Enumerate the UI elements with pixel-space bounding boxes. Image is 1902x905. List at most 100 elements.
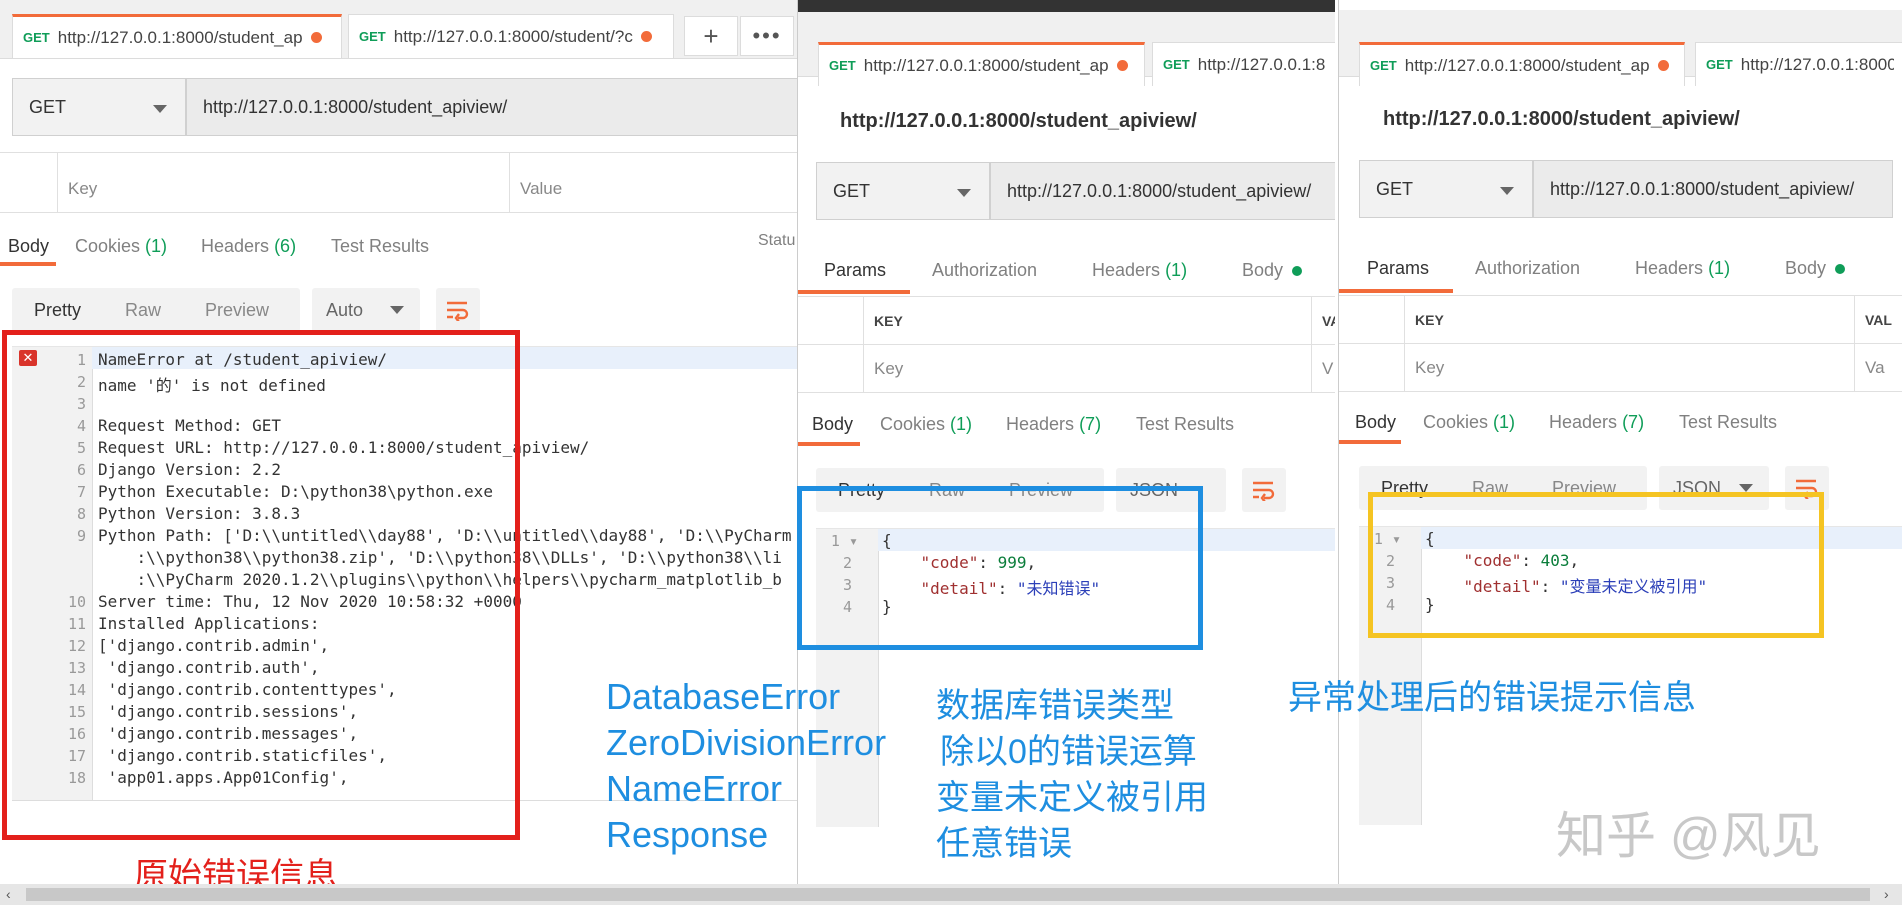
scroll-right-icon[interactable]: › bbox=[1884, 886, 1889, 902]
view-raw[interactable]: Raw bbox=[103, 300, 183, 321]
request-tab[interactable]: GET http://127.0.0.1:8000/ bbox=[1695, 42, 1902, 86]
response-tab-body[interactable]: Body bbox=[812, 414, 853, 435]
tab-label: Test Results bbox=[1679, 412, 1778, 432]
active-tab-underline bbox=[798, 442, 860, 446]
request-tab-body[interactable]: Body bbox=[1785, 258, 1846, 279]
value-placeholder: Value bbox=[520, 178, 563, 198]
response-tab-body[interactable]: Body bbox=[8, 236, 49, 257]
url-bar: GET http://127.0.0.1:8000/student_apivie… bbox=[816, 162, 1335, 220]
wrap-lines-icon[interactable] bbox=[436, 288, 480, 332]
url-input[interactable]: http://127.0.0.1:8000/student_apiview/ bbox=[186, 78, 797, 136]
response-tab-body[interactable]: Body bbox=[1355, 412, 1396, 433]
view-preview[interactable]: Preview bbox=[183, 300, 291, 321]
params-key-input[interactable]: Key bbox=[864, 345, 1312, 393]
more-icon[interactable]: ••• bbox=[740, 16, 794, 56]
tab-method: GET bbox=[359, 29, 386, 44]
tab-count: (1) bbox=[145, 236, 168, 256]
request-name: http://127.0.0.1:8000/student_apiview/ bbox=[840, 110, 1197, 132]
tab-label: Test Results bbox=[331, 236, 430, 256]
request-tab-headers[interactable]: Headers (1) bbox=[1635, 258, 1730, 279]
params-row-check bbox=[798, 297, 864, 345]
key-placeholder: Key bbox=[1415, 357, 1445, 377]
url-bar: GET http://127.0.0.1:8000/student_apivie… bbox=[1359, 160, 1902, 218]
wrap-lines-icon[interactable] bbox=[1242, 468, 1286, 512]
request-tab-body[interactable]: Body bbox=[1242, 260, 1303, 281]
error-description-label: 任意错误 bbox=[936, 825, 1072, 863]
tab-label: Body bbox=[1242, 260, 1284, 280]
tab-label: Test Results bbox=[1136, 414, 1235, 434]
request-tab-authorization[interactable]: Authorization bbox=[932, 260, 1037, 281]
unsaved-dot-icon bbox=[640, 31, 652, 42]
tab-label: Body bbox=[1355, 412, 1397, 432]
url-input[interactable]: http://127.0.0.1:8000/student_apiview/ bbox=[1533, 160, 1893, 218]
request-tab-headers[interactable]: Headers (1) bbox=[1092, 260, 1187, 281]
tab-label: Body bbox=[8, 236, 50, 256]
chevron-down-icon bbox=[1739, 484, 1753, 492]
params-value-input[interactable]: Value bbox=[510, 165, 797, 213]
response-tab-cookies[interactable]: Cookies (1) bbox=[75, 236, 167, 257]
response-tab-headers[interactable]: Headers (6) bbox=[201, 236, 296, 257]
request-tab-params[interactable]: Params bbox=[824, 260, 886, 281]
key-placeholder: Key bbox=[874, 358, 904, 378]
plus-icon[interactable]: + bbox=[684, 16, 738, 56]
header-text: KEY bbox=[1415, 311, 1444, 328]
response-tab-test-results[interactable]: Test Results bbox=[1679, 412, 1777, 433]
method-select[interactable]: GET bbox=[816, 162, 990, 220]
unsaved-dot-icon bbox=[310, 32, 322, 43]
header-text: VA bbox=[1322, 312, 1335, 329]
body-indicator-dot-icon bbox=[1292, 266, 1303, 276]
red-highlight-box bbox=[2, 330, 520, 840]
params-value-input[interactable]: V bbox=[1312, 345, 1335, 393]
tab-label: Params bbox=[1367, 258, 1430, 278]
url-value: http://127.0.0.1:8000/student_apiview/ bbox=[1007, 180, 1312, 201]
response-tab-cookies[interactable]: Cookies (1) bbox=[880, 414, 972, 435]
params-table: KEY VA Key V bbox=[798, 296, 1335, 393]
tab-count: (1) bbox=[1493, 412, 1516, 432]
tab-count: (1) bbox=[1165, 260, 1188, 280]
blue-highlight-box bbox=[797, 486, 1203, 650]
request-tab[interactable]: GET http://127.0.0.1:8000/student_ap bbox=[1359, 42, 1685, 86]
response-tab-headers[interactable]: Headers (7) bbox=[1549, 412, 1644, 433]
params-header-spacer bbox=[510, 153, 797, 165]
request-tab[interactable]: GET http://127.0.0.1:8 bbox=[1152, 42, 1335, 86]
request-tab[interactable]: GET http://127.0.0.1:8000/student_ap bbox=[12, 14, 342, 58]
method-select[interactable]: GET bbox=[1359, 160, 1533, 218]
params-value-input[interactable]: Va bbox=[1855, 344, 1902, 392]
tab-label: Params bbox=[824, 260, 887, 280]
tab-label: Headers bbox=[1006, 414, 1075, 434]
tab-label: Authorization bbox=[1475, 258, 1581, 278]
response-tab-headers[interactable]: Headers (7) bbox=[1006, 414, 1101, 435]
method-select[interactable]: GET bbox=[12, 78, 186, 136]
url-input[interactable]: http://127.0.0.1:8000/student_apiview/ bbox=[990, 162, 1335, 220]
request-tab-authorization[interactable]: Authorization bbox=[1475, 258, 1580, 279]
request-tab-params[interactable]: Params bbox=[1367, 258, 1429, 279]
scroll-left-icon[interactable]: ‹ bbox=[6, 886, 11, 902]
tab-url: http://127.0.0.1:8000/ bbox=[1740, 54, 1894, 74]
params-row-check bbox=[0, 165, 58, 213]
response-tab-test-results[interactable]: Test Results bbox=[331, 236, 429, 257]
active-tab-underline bbox=[798, 290, 910, 294]
view-pretty[interactable]: Pretty bbox=[12, 300, 103, 321]
chevron-down-icon bbox=[390, 306, 404, 314]
horizontal-scrollbar[interactable]: ‹ › bbox=[0, 884, 1902, 905]
tab-url: http://127.0.0.1:8000/student_ap bbox=[57, 27, 303, 47]
params-row-check bbox=[1339, 296, 1405, 344]
request-tab[interactable]: GET http://127.0.0.1:8000/student/?c bbox=[348, 14, 674, 58]
request-tab[interactable]: GET http://127.0.0.1:8000/student_ap bbox=[818, 42, 1145, 86]
params-key-input[interactable]: Key bbox=[1405, 344, 1855, 392]
response-tab-cookies[interactable]: Cookies (1) bbox=[1423, 412, 1515, 433]
tab-url: http://127.0.0.1:8000/student/?c bbox=[393, 26, 633, 46]
params-key-header: KEY bbox=[864, 297, 1312, 345]
error-description-label: 数据库错误类型 bbox=[936, 687, 1174, 725]
params-value-header: VA bbox=[1312, 297, 1335, 345]
response-tab-test-results[interactable]: Test Results bbox=[1136, 414, 1234, 435]
view-mode-switch: Pretty Raw Preview bbox=[12, 288, 300, 332]
params-key-input[interactable]: Key bbox=[58, 165, 510, 213]
url-bar: GET http://127.0.0.1:8000/student_apivie… bbox=[12, 78, 797, 136]
error-type-label: Response bbox=[606, 814, 769, 855]
handled-error-label: 异常处理后的错误提示信息 bbox=[1288, 679, 1696, 717]
tab-url: http://127.0.0.1:8000/student_ap bbox=[1404, 55, 1650, 75]
format-select[interactable]: Auto bbox=[312, 288, 420, 332]
scrollbar-thumb[interactable] bbox=[26, 888, 1870, 901]
active-tab-underline bbox=[1339, 440, 1401, 444]
